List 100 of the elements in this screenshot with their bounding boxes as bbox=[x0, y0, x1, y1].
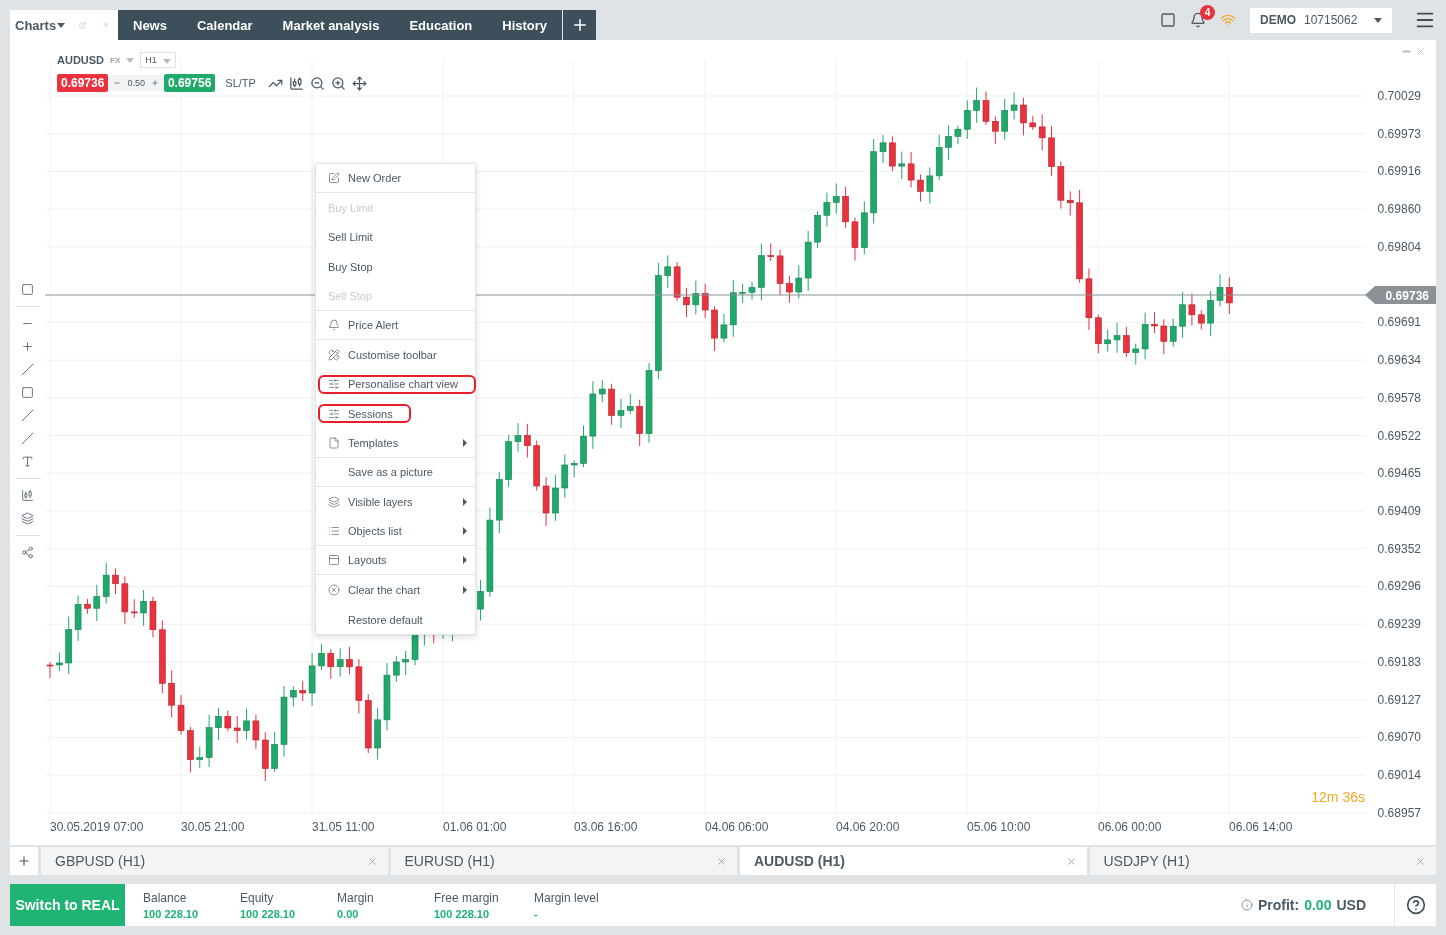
candle bbox=[814, 210, 821, 249]
close-icon[interactable] bbox=[1415, 855, 1426, 867]
spread-field[interactable]: 0.50 bbox=[108, 75, 164, 91]
drawing-tool-icon[interactable] bbox=[21, 283, 34, 296]
menu-item[interactable]: Sessions bbox=[316, 399, 475, 429]
window-icon[interactable] bbox=[1160, 12, 1176, 28]
price-tick: 0.69522 bbox=[1377, 428, 1421, 443]
menu-item[interactable]: Templates bbox=[316, 428, 475, 458]
candle-countdown: 12m 36s bbox=[1311, 789, 1365, 805]
close-icon[interactable] bbox=[1065, 855, 1077, 867]
zoom-in-icon[interactable] bbox=[330, 75, 346, 91]
candles-icon[interactable] bbox=[288, 75, 304, 91]
price-tick: 0.69578 bbox=[1377, 390, 1421, 405]
move-icon[interactable] bbox=[351, 75, 367, 91]
candle bbox=[879, 134, 887, 164]
stat-label: Equity bbox=[240, 890, 275, 905]
chart-tab[interactable]: GBPUSD (H1) bbox=[41, 847, 388, 875]
menu-item[interactable]: Visible layers bbox=[316, 487, 475, 517]
candle bbox=[215, 707, 222, 741]
candle bbox=[786, 275, 793, 304]
drawing-tool-icon[interactable] bbox=[21, 512, 34, 525]
menu-item[interactable]: Layouts bbox=[316, 546, 475, 576]
plus-icon bbox=[17, 854, 31, 868]
drawing-tool-icon[interactable] bbox=[21, 340, 34, 353]
drawing-tool-icon[interactable] bbox=[21, 489, 34, 502]
add-chart-button[interactable] bbox=[10, 847, 38, 875]
candle bbox=[552, 474, 559, 522]
price-tick: 0.69916 bbox=[1377, 164, 1421, 179]
candle bbox=[739, 283, 746, 304]
candle bbox=[524, 423, 531, 459]
candle bbox=[243, 708, 250, 740]
candle bbox=[271, 731, 278, 773]
add-tab-button[interactable] bbox=[563, 10, 597, 40]
submenu-caret-icon bbox=[463, 438, 467, 447]
candle bbox=[74, 595, 82, 642]
chart-tab[interactable]: AUDUSD (H1) bbox=[740, 847, 1087, 875]
price-tick: 0.69973 bbox=[1377, 126, 1421, 141]
candle bbox=[542, 476, 550, 527]
menu-item-icon bbox=[328, 349, 340, 362]
close-icon[interactable] bbox=[716, 855, 727, 867]
close-icon[interactable] bbox=[366, 855, 378, 867]
timeframe-select[interactable]: H1 bbox=[140, 52, 176, 68]
menu-item[interactable]: Clear the chart bbox=[316, 575, 475, 605]
plus-icon[interactable] bbox=[150, 79, 159, 87]
candle bbox=[1113, 322, 1121, 354]
menu-item[interactable]: Objects list bbox=[316, 516, 475, 547]
price-tick: 0.69465 bbox=[1377, 466, 1421, 481]
chart-tab[interactable]: EURUSD (H1) bbox=[390, 847, 737, 875]
nav-tab[interactable]: Calendar bbox=[181, 10, 268, 40]
candle bbox=[177, 694, 185, 736]
menu-item[interactable]: Customise toolbar bbox=[316, 340, 475, 370]
profit-currency: USD bbox=[1336, 897, 1366, 913]
profit-label: Profit: bbox=[1257, 897, 1300, 913]
candle bbox=[1020, 97, 1027, 136]
candle bbox=[149, 596, 157, 638]
candle bbox=[1010, 91, 1018, 120]
nav-tab[interactable]: Market analysis bbox=[267, 10, 395, 40]
price-tick: 0.69804 bbox=[1377, 239, 1421, 254]
candle bbox=[730, 279, 737, 338]
nav-tab[interactable]: History bbox=[487, 10, 563, 40]
stat-label: Margin bbox=[337, 890, 375, 905]
drawing-tool-icon[interactable] bbox=[21, 432, 34, 445]
candle bbox=[776, 249, 784, 296]
menu-item[interactable]: Sell Limit bbox=[316, 222, 475, 253]
candle bbox=[318, 643, 325, 671]
candle bbox=[842, 186, 849, 229]
candle bbox=[954, 125, 962, 145]
sltp-button[interactable]: SL/TP bbox=[225, 77, 256, 89]
candle bbox=[758, 243, 765, 301]
candle bbox=[767, 242, 774, 262]
candle bbox=[383, 662, 391, 731]
menu-item[interactable]: Price Alert bbox=[316, 310, 475, 341]
nav-tab[interactable]: News bbox=[118, 10, 182, 40]
candle bbox=[1179, 291, 1186, 339]
notification-count: 4 bbox=[1200, 5, 1215, 20]
drawing-tool-icon[interactable] bbox=[21, 386, 34, 399]
time-label: 03.06 16:00 bbox=[574, 820, 638, 834]
candle bbox=[851, 217, 859, 262]
account-selector[interactable]: DEMO 10715062 bbox=[1250, 7, 1392, 33]
zoom-out-icon[interactable] bbox=[309, 75, 325, 91]
notification-icon[interactable] bbox=[1190, 12, 1206, 28]
candle bbox=[65, 616, 72, 675]
submenu-caret-icon bbox=[463, 526, 467, 535]
candle bbox=[982, 90, 990, 126]
menu-item-icon bbox=[328, 172, 340, 185]
stat-label: Margin level bbox=[534, 890, 600, 905]
menu-item[interactable]: New Order bbox=[316, 164, 475, 194]
menu-item[interactable]: Save as a picture bbox=[316, 457, 475, 488]
drawing-tool-icon[interactable] bbox=[21, 546, 34, 559]
sell-price-button[interactable]: 0.69736 bbox=[57, 74, 109, 92]
drawing-tool-icon[interactable] bbox=[21, 455, 34, 468]
drawing-tool-icon[interactable] bbox=[21, 363, 34, 376]
nav-tab[interactable]: Education bbox=[394, 10, 488, 40]
candle bbox=[617, 398, 625, 429]
candle bbox=[711, 305, 718, 352]
menu-item[interactable]: Restore default bbox=[316, 604, 475, 635]
drawing-tool-icon[interactable] bbox=[21, 409, 34, 422]
menu-item[interactable]: Buy Stop bbox=[316, 252, 475, 282]
chart-tab[interactable]: USDJPY (H1) bbox=[1089, 847, 1436, 875]
stat-value: 100 228.10 bbox=[434, 907, 491, 920]
